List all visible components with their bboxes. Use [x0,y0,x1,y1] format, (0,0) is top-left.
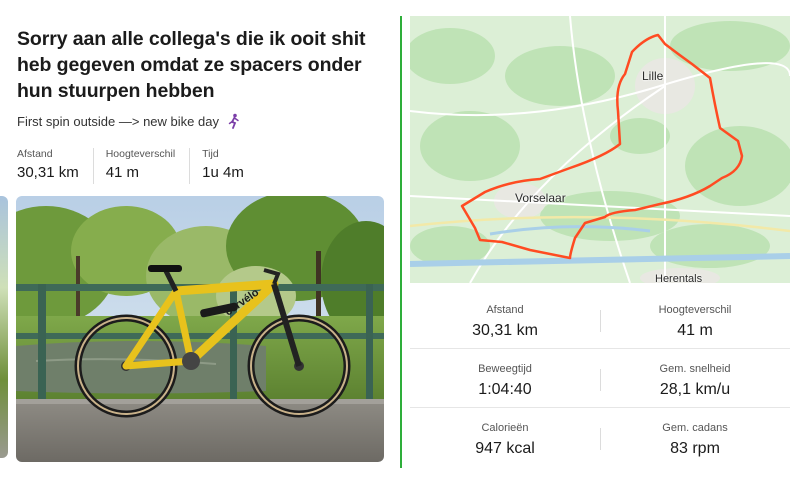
stat-value: 30,31 km [17,164,79,181]
stat-label: Calorieën [481,422,529,434]
stat-distance: Afstand 30,31 km [17,148,94,184]
stat-value: 83 rpm [670,440,720,457]
mountain-biker-emoji-icon [228,113,239,129]
stat-label: Gem. cadans [662,422,728,434]
activity-title[interactable]: Sorry aan alle collega's die ik ooit shi… [17,26,389,104]
activity-post-card: Sorry aan alle collega's die ik ooit shi… [0,0,400,484]
stat-calories: Calorieën 947 kcal [410,408,600,467]
stat-elevation: Hoogteverschil 41 m [105,148,191,184]
stat-separator [600,369,601,391]
stat-separator [600,310,601,332]
stat-time: Tijd 1u 4m [202,148,258,184]
stats-row: Afstand 30,31 km Hoogteverschil 41 m [410,290,790,349]
stat-value: 1u 4m [202,164,244,181]
route-map[interactable]: Lille Vorselaar Herentals [410,16,790,283]
stat-avg-speed: Gem. snelheid 28,1 km/u [600,349,790,407]
stat-separator [600,428,601,450]
stat-label: Tijd [202,148,219,160]
stat-elevation: Hoogteverschil 41 m [600,290,790,348]
stat-label: Hoogteverschil [105,148,176,160]
post-stats-row: Afstand 30,31 km Hoogteverschil 41 m Tij… [17,148,270,184]
activity-description: First spin outside —> new bike day [17,113,241,129]
stat-label: Beweegtijd [478,363,532,375]
stat-label: Afstand [17,148,53,160]
activity-stats-grid: Afstand 30,31 km Hoogteverschil 41 m Bew… [410,290,790,467]
stats-row: Beweegtijd 1:04:40 Gem. snelheid 28,1 km… [410,349,790,408]
stats-row: Calorieën 947 kcal Gem. cadans 83 rpm [410,408,790,467]
stat-value: 30,31 km [472,322,538,339]
stat-label: Afstand [486,304,524,316]
stat-value: 947 kcal [475,440,535,457]
activity-detail-panel: Lille Vorselaar Herentals Afstand 30,31 … [410,16,790,468]
map-label-lille: Lille [642,69,664,83]
map-label-vorselaar: Vorselaar [515,191,566,205]
stat-label: Gem. snelheid [659,363,731,375]
activity-description-text: First spin outside —> new bike day [17,114,219,129]
previous-photo-edge[interactable] [0,196,8,458]
activity-photo[interactable]: cervélo [16,196,384,462]
stat-value: 41 m [105,164,140,181]
stat-value: 1:04:40 [478,381,532,398]
map-label-herentals: Herentals [655,273,703,283]
stat-moving-time: Beweegtijd 1:04:40 [410,349,600,407]
map-canvas [410,16,790,283]
stat-label: Hoogteverschil [658,304,732,316]
stat-avg-cadence: Gem. cadans 83 rpm [600,408,790,467]
stat-value: 41 m [677,322,713,339]
stat-value: 28,1 km/u [659,381,731,398]
bike-photo-image: cervélo [16,196,384,462]
panel-divider [400,16,402,468]
stat-distance: Afstand 30,31 km [410,290,600,348]
